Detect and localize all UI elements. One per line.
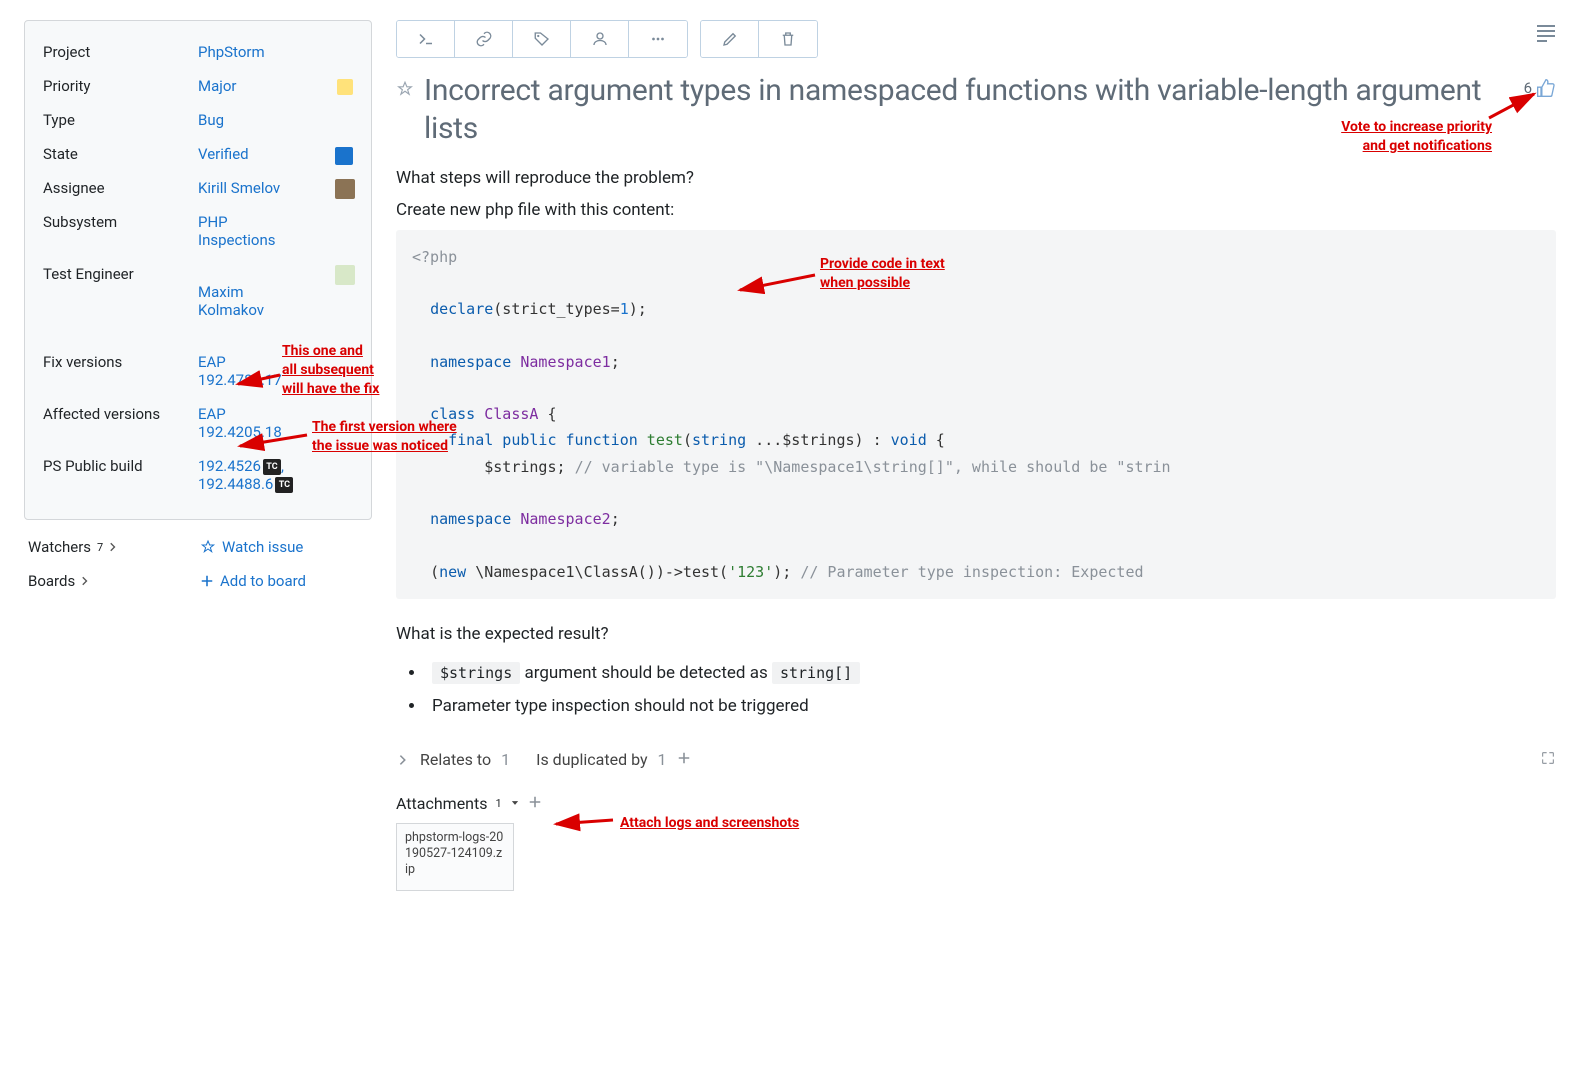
code-sample: <?php declare(strict_types=1); namespace… xyxy=(396,230,1556,599)
field-label: Fix versions xyxy=(43,353,198,371)
field-fix-versions[interactable]: Fix versions EAP 192.4787.17 xyxy=(43,345,353,397)
reproduce-instruction: Create new php file with this content: xyxy=(396,197,1556,223)
field-test-engineer[interactable]: Test Engineer Maxim Kolmakov xyxy=(43,257,353,345)
boards-label[interactable]: Boards xyxy=(28,572,200,590)
star-icon[interactable] xyxy=(396,80,414,102)
field-value[interactable]: 192.4526TC, 192.4488.6TC xyxy=(198,457,353,493)
field-type[interactable]: Type Bug xyxy=(43,103,353,137)
attachments-count: 1 xyxy=(496,797,502,810)
add-link-button[interactable] xyxy=(677,750,691,769)
field-value[interactable]: Bug xyxy=(198,111,353,129)
command-button[interactable] xyxy=(397,21,455,57)
duplicated-by-label[interactable]: Is duplicated by xyxy=(536,750,647,769)
watchers-row[interactable]: Watchers 7 Watch issue xyxy=(28,530,368,564)
avatar-icon xyxy=(335,265,355,285)
plus-icon xyxy=(200,574,214,588)
fields-panel: Project PhpStorm Priority Major Type Bug… xyxy=(24,20,372,520)
field-value[interactable]: PhpStorm xyxy=(198,43,353,61)
thumbs-up-icon[interactable] xyxy=(1536,78,1556,98)
expected-item: Parameter type inspection should not be … xyxy=(426,690,1556,722)
add-attachment-button[interactable] xyxy=(528,794,542,813)
watchers-label[interactable]: Watchers 7 xyxy=(28,538,200,556)
sidebar-footer: Watchers 7 Watch issue Boards Add to boa… xyxy=(24,520,372,608)
main-content: Incorrect argument types in namespaced f… xyxy=(396,20,1556,1028)
field-affected-versions[interactable]: Affected versions EAP 192.4205.18 xyxy=(43,397,353,449)
field-value[interactable]: Verified xyxy=(198,145,353,163)
attachments-header: Attachments 1 xyxy=(396,794,1556,813)
field-project[interactable]: Project PhpStorm xyxy=(43,35,353,69)
delete-button[interactable] xyxy=(759,21,817,57)
code-inline: string[] xyxy=(772,662,860,684)
field-subsystem[interactable]: Subsystem PHP Inspections xyxy=(43,205,353,257)
field-label: Type xyxy=(43,111,198,129)
expected-list: $strings argument should be detected as … xyxy=(426,657,1556,722)
field-priority[interactable]: Priority Major xyxy=(43,69,353,103)
expected-question: What is the expected result? xyxy=(396,621,1556,647)
menu-icon[interactable] xyxy=(1536,24,1556,46)
attachment-tile[interactable]: phpstorm-logs-20190527-124109.zip xyxy=(396,823,514,891)
field-value[interactable]: Kirill Smelov xyxy=(198,179,353,197)
field-label: Subsystem xyxy=(43,213,198,231)
field-value[interactable]: Maxim Kolmakov xyxy=(198,265,353,337)
field-value[interactable]: EAP 192.4787.17 xyxy=(198,353,353,389)
chevron-right-icon xyxy=(107,541,119,553)
link-button[interactable] xyxy=(455,21,513,57)
field-value[interactable]: Major xyxy=(198,77,353,95)
vote-count: 6 xyxy=(1524,79,1532,97)
field-state[interactable]: State Verified xyxy=(43,137,353,171)
more-button[interactable] xyxy=(629,21,687,57)
field-label: PS Public build xyxy=(43,457,198,475)
chevron-right-icon xyxy=(79,575,91,587)
watchers-count: 7 xyxy=(97,541,103,554)
toolbar-group-1 xyxy=(396,20,688,58)
code-inline: $strings xyxy=(432,662,520,684)
field-value[interactable]: EAP 192.4205.18 xyxy=(198,405,353,441)
boards-row[interactable]: Boards Add to board xyxy=(28,564,368,598)
toolbar-group-2 xyxy=(700,20,818,58)
user-button[interactable] xyxy=(571,21,629,57)
star-icon xyxy=(200,539,216,555)
expand-icon[interactable] xyxy=(1540,750,1556,770)
state-swatch-icon xyxy=(335,147,353,165)
edit-button[interactable] xyxy=(701,21,759,57)
toolbar xyxy=(396,20,1556,58)
priority-swatch-icon xyxy=(337,79,353,95)
watch-issue-button[interactable]: Watch issue xyxy=(200,538,303,556)
duplicated-by-count: 1 xyxy=(658,750,667,769)
relates-to-label[interactable]: Relates to xyxy=(420,750,491,769)
field-label: Test Engineer xyxy=(43,265,198,283)
vote-widget[interactable]: 6 xyxy=(1524,78,1556,98)
tag-button[interactable] xyxy=(513,21,571,57)
relates-to-count: 1 xyxy=(501,750,510,769)
field-label: Assignee xyxy=(43,179,198,197)
field-label: Priority xyxy=(43,77,198,95)
add-to-board-button[interactable]: Add to board xyxy=(200,572,306,590)
expected-item: $strings argument should be detected as … xyxy=(426,657,1556,689)
avatar-icon xyxy=(335,179,355,199)
issue-links: Relates to 1 Is duplicated by 1 xyxy=(396,750,1556,770)
teamcity-badge-icon: TC xyxy=(275,477,293,493)
teamcity-badge-icon: TC xyxy=(263,459,281,475)
reproduce-question: What steps will reproduce the problem? xyxy=(396,165,1556,191)
field-assignee[interactable]: Assignee Kirill Smelov xyxy=(43,171,353,205)
field-label: Affected versions xyxy=(43,405,198,423)
caret-down-icon[interactable] xyxy=(510,798,520,808)
issue-title: Incorrect argument types in namespaced f… xyxy=(424,72,1514,147)
field-label: Project xyxy=(43,43,198,61)
chevron-right-icon[interactable] xyxy=(396,753,410,767)
sidebar: Project PhpStorm Priority Major Type Bug… xyxy=(24,20,372,1028)
attachments-label: Attachments xyxy=(396,794,488,813)
title-row: Incorrect argument types in namespaced f… xyxy=(396,72,1556,147)
field-value[interactable]: PHP Inspections xyxy=(198,213,353,249)
field-ps-public-build[interactable]: PS Public build 192.4526TC, 192.4488.6TC xyxy=(43,449,353,501)
field-label: State xyxy=(43,145,198,163)
